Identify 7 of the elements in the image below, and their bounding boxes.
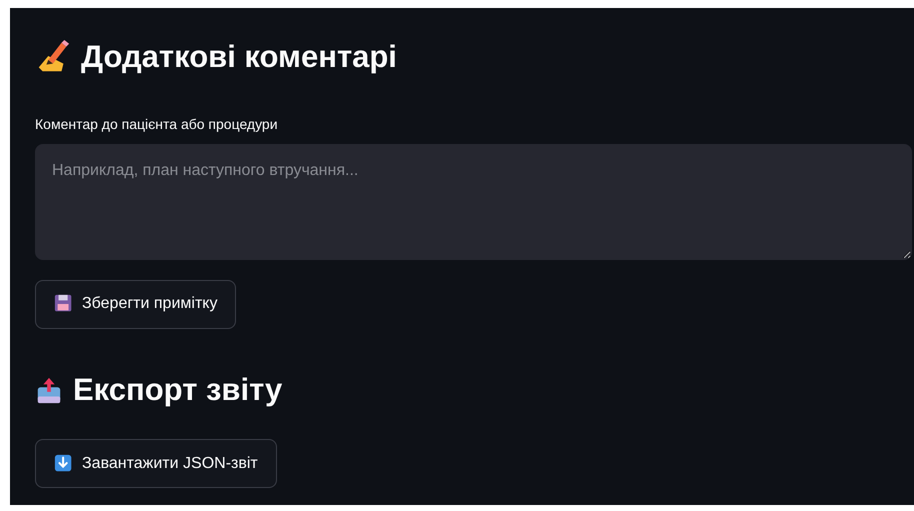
comment-field[interactable]: Наприклад, план наступного втручання...: [35, 144, 912, 260]
section-heading: Додаткові коментарі: [81, 38, 397, 76]
section-heading: Експорт звіту: [73, 370, 282, 408]
outbox-tray-icon: [35, 376, 63, 404]
field-label: Коментар до пацієнта або процедури: [35, 114, 278, 134]
download-button[interactable]: Завантажити JSON-звіт: [35, 439, 277, 488]
save-button[interactable]: Зберегти примітку: [35, 280, 236, 328]
